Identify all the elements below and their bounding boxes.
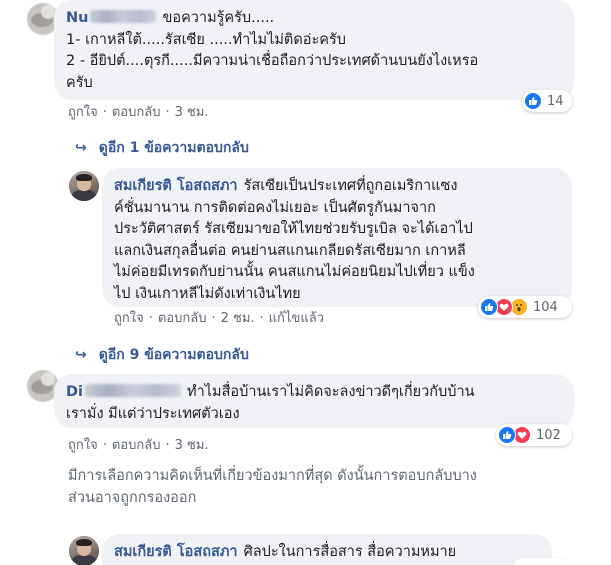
like-link[interactable]: ถูกใจ <box>68 438 98 453</box>
comment-text-line: ครับ <box>66 74 93 91</box>
view-more-replies-label: ดูอีก 1 ข้อความตอบกลับ <box>98 140 249 156</box>
comment-bubble: สมเกียรติ โอสถสภา รัสเซียเป็นประเทศที่ถูก… <box>102 168 572 307</box>
like-reaction-icon <box>498 426 516 444</box>
reaction-count: 102 <box>536 427 561 443</box>
comment-text-line: ไม่ค่อยมีเทรดกับย่านนั้น คนสแกนไม่ค่อยนิ… <box>114 264 475 280</box>
avatar[interactable] <box>69 171 99 201</box>
comment-bubble: Di ทำไมสื่อบ้านเราไม่คิดจะลงข่าวดีๆเกี่ยว… <box>54 374 574 428</box>
separator-dot: · <box>165 438 170 453</box>
view-more-replies-link[interactable]: ↪ ดูอีก 1 ข้อความตอบกลับ <box>75 137 249 159</box>
comment-text-line: ประวัติศาสตร์ รัสเซียมาขอให้ไทยช่วยรับรู… <box>114 221 473 237</box>
comment-author[interactable]: สมเกียรติ โอสถสภา <box>114 178 238 194</box>
comment-time[interactable]: 3 ชม. <box>175 438 209 453</box>
comment-bubble: Nu ขอความรู้ครับ..... 1- เกาหลีใต้.....รั… <box>54 0 574 100</box>
notice-line: มีการเลือกความคิดเห็นที่เกี่ยวข้องมากที่… <box>68 468 477 484</box>
like-link[interactable]: ถูกใจ <box>68 105 98 120</box>
comment-author[interactable]: Nu <box>66 10 88 26</box>
comment-actions: ถูกใจ · ตอบกลับ · 2 ชม. · แก้ไขแล้ว <box>114 307 324 328</box>
reaction-summary-partial[interactable] <box>512 558 572 565</box>
comment-actions: ถูกใจ · ตอบกลับ · 3 ชม. <box>68 434 209 455</box>
reply-arrow-icon: ↪ <box>75 347 87 363</box>
separator-dot: · <box>102 105 107 120</box>
separator-dot: · <box>148 311 153 326</box>
comment-text-line: 1- เกาหลีใต้.....รัสเซีย .....ทำไมไม่ติด… <box>66 31 346 48</box>
reaction-count: 14 <box>547 93 564 109</box>
avatar[interactable] <box>69 536 99 565</box>
comment-text-line: ทำไมสื่อบ้านเราไม่คิดจะลงข่าวดีๆเกี่ยวกั… <box>187 384 475 400</box>
comment-text-line: 2 - อียิปต์....ตุรกี.....มีความน่าเชื่อถ… <box>66 53 479 69</box>
reaction-summary[interactable]: 14 <box>522 90 572 112</box>
like-reaction-icon <box>480 298 498 316</box>
separator-dot: · <box>211 311 216 326</box>
view-more-replies-label: ดูอีก 9 ข้อความตอบกลับ <box>98 347 249 363</box>
reply-link[interactable]: ตอบกลับ <box>112 438 161 453</box>
comment-text-line: ศิลปะในการสื่อสาร สื่อความหมาย <box>243 544 457 560</box>
comment-author[interactable]: Di <box>66 384 83 400</box>
like-link[interactable]: ถูกใจ <box>114 311 144 326</box>
reply-link[interactable]: ตอบกลับ <box>158 311 207 326</box>
separator-dot: · <box>102 438 107 453</box>
reaction-count: 104 <box>533 299 558 315</box>
notice-line: ส่วนอาจถูกกรองออก <box>68 490 197 506</box>
filtered-replies-notice: มีการเลือกความคิดเห็นที่เกี่ยวข้องมากที่… <box>68 465 477 509</box>
separator-dot: · <box>259 311 264 326</box>
comment-text-line: แลกเงินสกุลอื่นต่อ คนย่านสแกนเกลียดรัสเซ… <box>114 242 466 259</box>
reaction-summary[interactable]: 104 <box>478 296 572 318</box>
blurred-name <box>90 10 157 23</box>
comment-text-line: เรามั่ง มีแต่ว่าประเทศตัวเอง <box>66 405 240 422</box>
comment-text-line: ค์ชั่นมานาน การติดต่อคงไม่เยอะ เป็นศัตรู… <box>114 199 436 216</box>
blurred-name <box>85 384 182 397</box>
comment-bubble: สมเกียรติ โอสถสภา ศิลปะในการสื่อสาร สื่อค… <box>102 534 552 565</box>
reply-arrow-icon: ↪ <box>75 140 87 156</box>
separator-dot: · <box>165 105 170 120</box>
comment-thread: Nu ขอความรู้ครับ..... 1- เกาหลีใต้.....รั… <box>0 0 611 565</box>
view-more-replies-link[interactable]: ↪ ดูอีก 9 ข้อความตอบกลับ <box>75 344 249 366</box>
comment-text-line: ขอความรู้ครับ..... <box>162 10 275 26</box>
edited-label[interactable]: แก้ไขแล้ว <box>269 311 324 326</box>
comment-text-line: รัสเซียเป็นประเทศที่ถูกอเมริกาแซง <box>243 178 458 194</box>
reply-link[interactable]: ตอบกลับ <box>112 105 161 120</box>
comment-author[interactable]: สมเกียรติ โอสถสภา <box>114 544 238 560</box>
reaction-summary[interactable]: 102 <box>496 424 572 446</box>
comment-time[interactable]: 3 ชม. <box>175 105 209 120</box>
comment-time[interactable]: 2 ชม. <box>221 311 255 326</box>
comment-actions: ถูกใจ · ตอบกลับ · 3 ชม. <box>68 101 209 122</box>
like-reaction-icon <box>524 92 542 110</box>
